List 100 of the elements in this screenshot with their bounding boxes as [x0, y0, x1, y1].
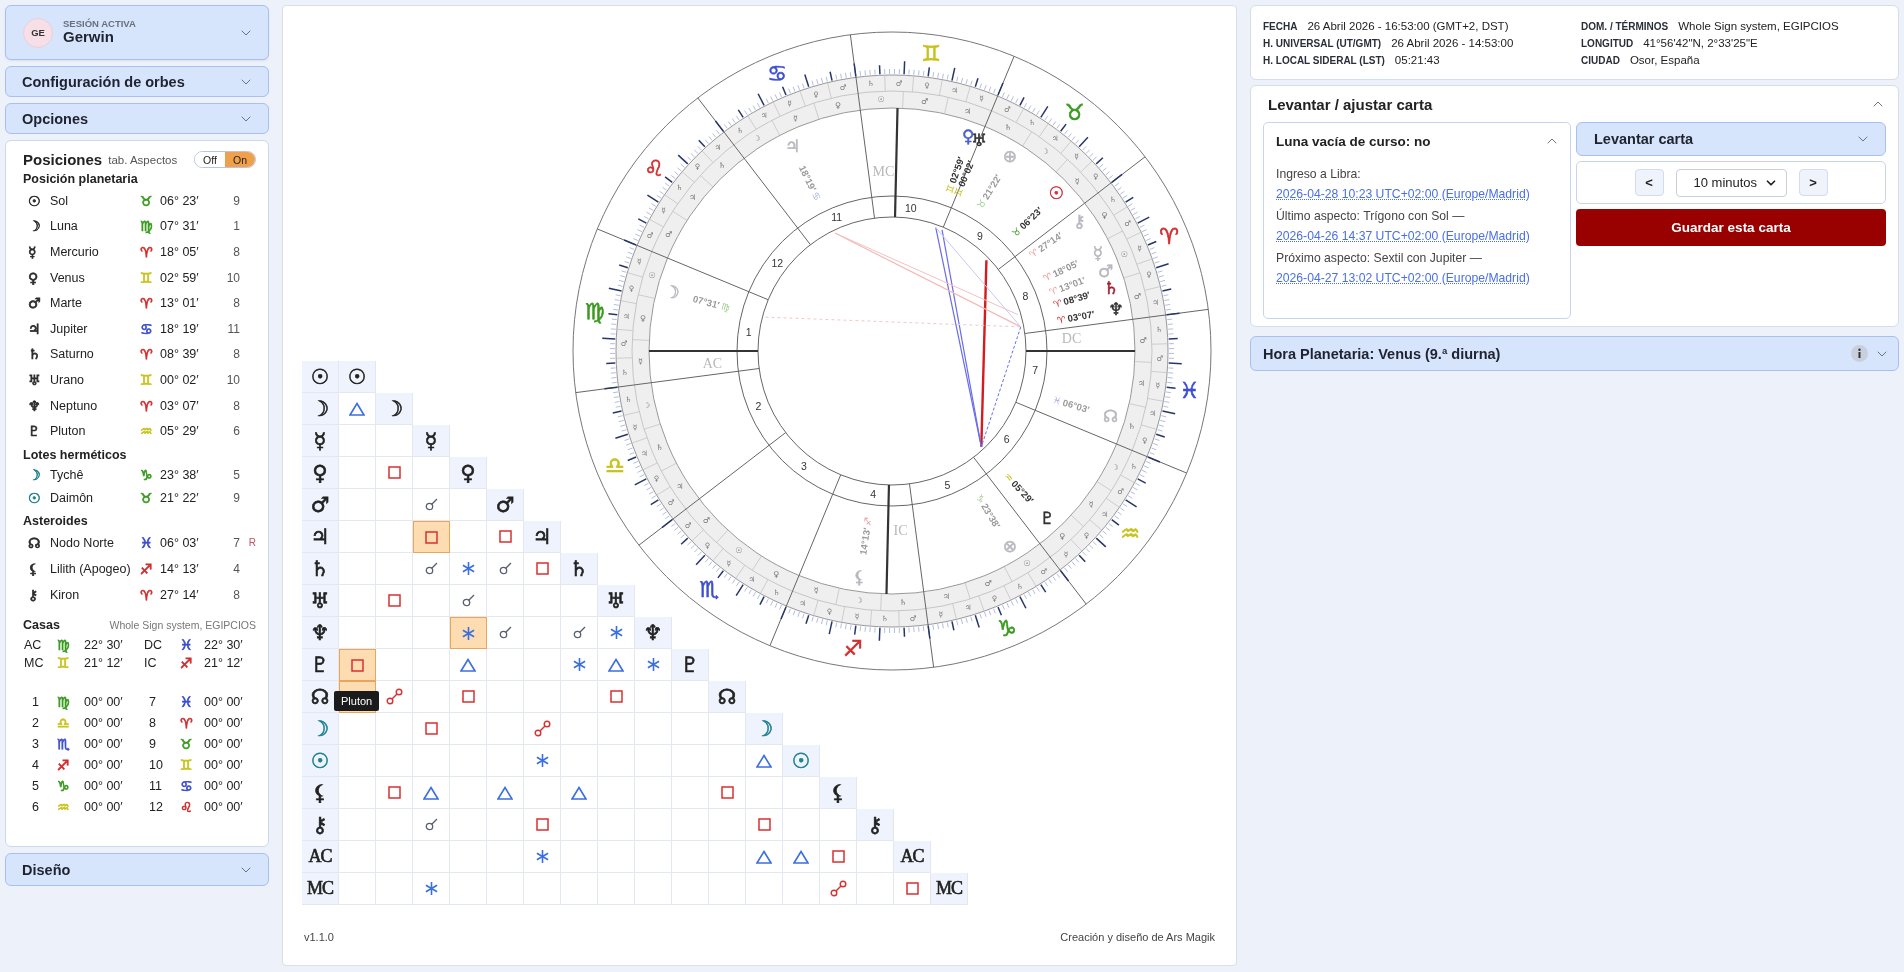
planet-header-cell: ☉ — [302, 361, 339, 393]
aspect-cell[interactable] — [450, 617, 487, 649]
decan-ruler-glyph: ♀ — [1101, 211, 1108, 221]
card-header[interactable]: Levantar / ajustar carta — [1263, 86, 1886, 122]
sign-glyph: ♉ — [140, 193, 154, 208]
planet-name: Tychê — [50, 468, 85, 483]
sign-glyph: ♊ — [140, 270, 154, 285]
section-header[interactable]: Opciones — [5, 103, 269, 134]
conjunction-icon — [498, 626, 512, 639]
sign-glyph: ♈ — [140, 245, 154, 259]
planet-header-cell: ☽ — [302, 393, 339, 425]
planet-name: Jupiter — [50, 321, 89, 336]
degree-text: 00° 02′ — [160, 372, 200, 387]
info-label: CIUDAD — [1581, 55, 1620, 66]
credit-text: Creación y diseño de Ars Magik — [1060, 931, 1215, 943]
square-aspect-icon — [905, 882, 919, 895]
date-link[interactable]: 2026-04-27 13:02 UTC+02:00 (Europe/Madrid) — [1276, 271, 1560, 285]
save-button[interactable]: Guardar esta carta — [1576, 209, 1886, 246]
decan-ruler-glyph: ♄ — [899, 597, 907, 607]
decan-ruler-glyph: ☿ — [638, 357, 644, 367]
session-card[interactable]: GE SESIÓN ACTIVA Gerwin — [5, 5, 269, 60]
house-number: 1 — [232, 219, 240, 234]
trine-icon — [423, 785, 439, 800]
section-header[interactable]: Diseño — [5, 853, 269, 886]
previous-button[interactable]: < — [1634, 169, 1664, 196]
sextile-icon — [460, 561, 476, 576]
sign-glyph: ♓ — [140, 535, 154, 550]
toggle-label: tab. Aspectos — [108, 153, 178, 166]
planet-glyph: ♆ — [1108, 299, 1124, 319]
planet-header-cell: ♃ — [524, 521, 561, 553]
date-link[interactable]: 2026-04-28 10:23 UTC+02:00 (Europe/Madrid) — [1276, 187, 1560, 201]
square-aspect-icon — [461, 690, 475, 703]
sign-glyph: ♍ — [140, 219, 154, 234]
house-number: 3 — [31, 737, 40, 752]
trine-icon — [793, 849, 809, 864]
toggle-switch[interactable]: Off On — [194, 151, 256, 168]
decan-ruler-glyph: ☿ — [1089, 499, 1094, 509]
decan-ruler-glyph: ♀ — [834, 100, 841, 110]
conjunction-icon — [424, 562, 438, 575]
planet-name: Pluton — [50, 424, 87, 439]
planet-header-cell: ⚷ — [302, 809, 339, 841]
trine-icon — [349, 401, 365, 416]
square-aspect-icon — [425, 530, 438, 544]
planet-header-cell: ⚸ — [820, 777, 857, 809]
sextile-icon — [571, 657, 587, 672]
angle-label: IC — [144, 655, 158, 670]
date-link[interactable]: 2026-04-26 14:37 UTC+02:00 (Europe/Madrid) — [1276, 229, 1560, 243]
step-select[interactable]: 10 minutos — [1675, 168, 1787, 197]
aspect-cell[interactable] — [339, 649, 376, 681]
planet-glyph: ⚸ — [852, 566, 866, 587]
planet-header-cell: AC — [302, 841, 339, 873]
aspect-cell[interactable] — [413, 521, 450, 553]
decan-ruler-glyph: ♄ — [718, 161, 726, 171]
planet-header-cell: ☉ — [783, 745, 820, 777]
group-title: Asteroides — [23, 513, 89, 528]
planet-glyph: ⊗ — [1002, 536, 1017, 557]
section-header[interactable]: Levantar carta — [1576, 122, 1886, 156]
trine-icon — [571, 785, 587, 800]
decan-ruler-glyph: ♂ — [1133, 292, 1142, 302]
section-header[interactable]: Hora Planetaria: Venus (9.ª diurna) — [1250, 336, 1899, 371]
degree-text: 00° 00′ — [204, 737, 244, 752]
zodiac-sign-glyph: ♎ — [604, 453, 625, 479]
house-number: 1 — [31, 695, 40, 710]
sign-glyph: ♉ — [140, 491, 154, 506]
sign-glyph: ♊ — [140, 372, 154, 387]
planet-glyph: ☊ — [1103, 405, 1119, 426]
decan-ruler-glyph: ♃ — [1137, 379, 1145, 389]
decan-ruler-glyph: ♂ — [1139, 335, 1147, 345]
sextile-icon — [423, 881, 439, 896]
planet-degree-label: ♈ 03°07′ — [1056, 307, 1096, 326]
session-name: Gerwin — [63, 29, 115, 46]
toggle-option[interactable]: On — [225, 152, 255, 167]
trine-icon — [497, 785, 513, 800]
house-number: 8 — [232, 296, 240, 311]
next-button[interactable]: > — [1798, 169, 1828, 196]
planet-name: Saturno — [50, 347, 95, 362]
planet-header-cell: ⚸ — [302, 777, 339, 809]
degree-text: 00° 00′ — [84, 800, 124, 815]
card-header[interactable]: Luna vacía de curso: no — [1274, 127, 1560, 155]
info-value: Osor, España — [1629, 54, 1700, 66]
degree-text: 13° 01′ — [160, 296, 200, 311]
house-system-text: Whole Sign system, EGIPCIOS — [109, 618, 256, 631]
info-icon[interactable] — [1851, 345, 1868, 362]
planet-header-cell: AC — [894, 841, 931, 873]
house-number: 11 — [148, 779, 163, 794]
house-number: 10 — [148, 758, 164, 773]
planet-degree-label: ♓ 06°03′ — [1051, 393, 1091, 415]
section-header[interactable]: Configuración de orbes — [5, 66, 269, 97]
house-number: 4 — [232, 561, 240, 576]
planet-degree-label: 07°31′ ♍ — [691, 292, 732, 313]
planet-name: Marte — [50, 296, 83, 311]
planet-name: Nodo Norte — [50, 535, 115, 550]
zodiac-sign-glyph: ♑ — [996, 615, 1017, 641]
planet-header-cell: ♆ — [635, 617, 672, 649]
info-label: DOM. / TÉRMINOS — [1581, 21, 1669, 32]
info-value: 05:21:43 — [1394, 54, 1440, 66]
degree-text: 18° 05′ — [160, 245, 200, 259]
house-number: 6 — [31, 800, 40, 815]
planet-glyph: ⊕ — [1002, 145, 1017, 166]
house-number: 10 — [225, 372, 240, 387]
